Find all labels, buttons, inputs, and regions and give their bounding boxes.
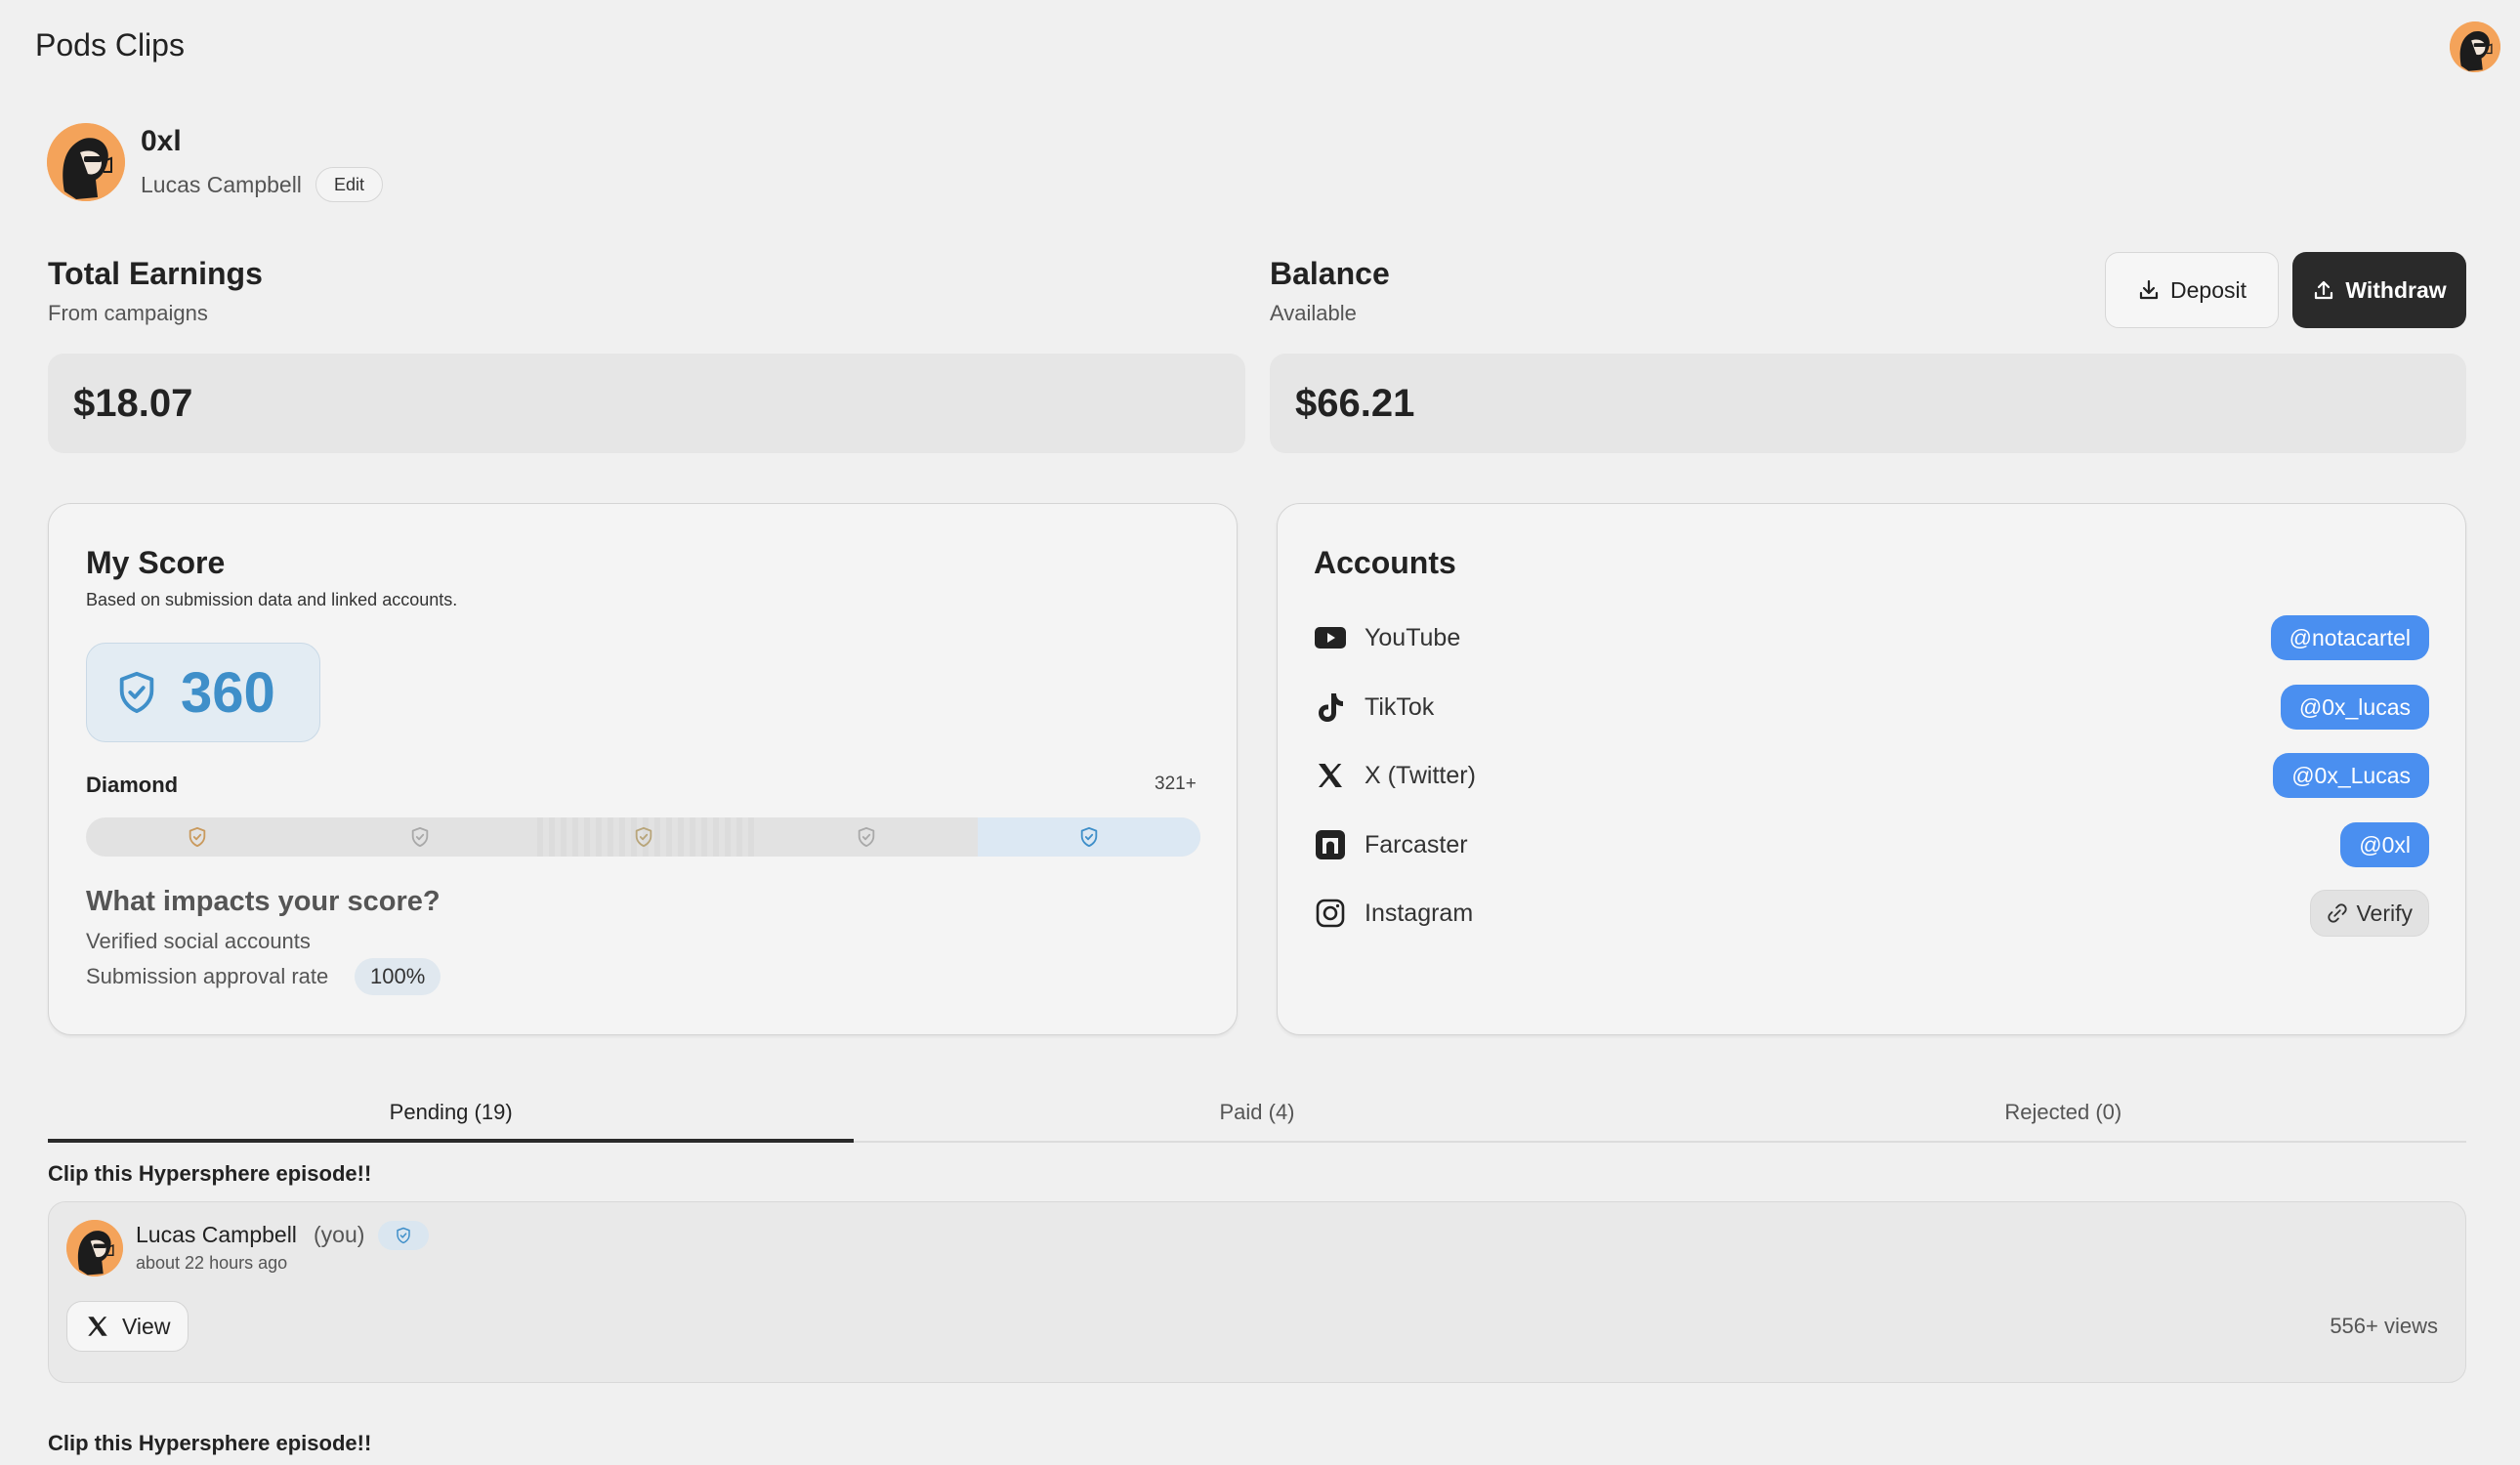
profile-username: 0xl <box>141 125 182 157</box>
view-clip-button[interactable]: View <box>66 1301 189 1352</box>
account-row-farcaster: Farcaster @0xl <box>1314 820 2429 869</box>
clip-campaign-title: Clip this Hypersphere episode!! <box>48 1161 372 1186</box>
shield-icon <box>409 826 431 848</box>
withdraw-label: Withdraw <box>2345 276 2447 303</box>
withdraw-button[interactable]: Withdraw <box>2292 252 2466 328</box>
score-value: 360 <box>181 660 275 725</box>
submission-tabs: Pending (19) Paid (4) Rejected (0) <box>48 1084 2466 1143</box>
shield-icon <box>856 826 877 848</box>
score-tier: Diamond <box>86 773 179 797</box>
instagram-icon <box>1314 897 1347 930</box>
edit-profile-button[interactable]: Edit <box>315 167 384 202</box>
score-subtitle: Based on submission data and linked acco… <box>86 590 458 609</box>
tier-segment-5 <box>977 817 1200 857</box>
account-row-instagram: Instagram Verify <box>1314 889 2429 938</box>
balance-amount: $66.21 <box>1270 354 2466 453</box>
x-icon <box>1314 759 1347 792</box>
tab-pending[interactable]: Pending (19) <box>48 1084 855 1143</box>
verified-badge <box>378 1221 429 1250</box>
clip-campaign-title: Clip this Hypersphere episode!! <box>48 1431 372 1455</box>
shield-check-icon <box>114 670 159 715</box>
verify-instagram-button[interactable]: Verify <box>2310 890 2429 937</box>
tier-threshold: 321+ <box>1155 774 1197 794</box>
balance-subtitle: Available <box>1270 301 1357 325</box>
tier-segment-2 <box>309 817 531 857</box>
clip-timestamp: about 22 hours ago <box>136 1253 288 1273</box>
clip-user-avatar <box>66 1220 123 1277</box>
account-row-x: X (Twitter) @0x_Lucas <box>1314 751 2429 800</box>
download-icon <box>2139 279 2159 300</box>
tier-segment-3 <box>531 817 755 857</box>
clip-user-name: Lucas Campbell <box>136 1222 297 1247</box>
deposit-label: Deposit <box>2170 276 2247 303</box>
score-title: My Score <box>86 545 226 580</box>
clip-you-label: (you) <box>314 1222 365 1247</box>
accounts-title: Accounts <box>1314 545 1456 580</box>
profile-avatar <box>47 123 125 201</box>
account-handle[interactable]: @0x_Lucas <box>2273 753 2429 798</box>
tab-rejected[interactable]: Rejected (0) <box>1660 1084 2466 1141</box>
approval-rate-badge: 100% <box>355 958 441 995</box>
profile-name: Lucas Campbell <box>141 172 302 197</box>
x-icon <box>85 1314 110 1339</box>
tier-progress-bar <box>86 817 1200 857</box>
account-row-youtube: YouTube @notacartel <box>1314 613 2429 662</box>
deposit-button[interactable]: Deposit <box>2105 252 2279 328</box>
tier-segment-1 <box>86 817 309 857</box>
clip-views: 556+ views <box>2330 1314 2438 1338</box>
score-card <box>48 503 1238 1035</box>
view-label: View <box>122 1313 171 1339</box>
earnings-title: Total Earnings <box>48 256 263 291</box>
upload-icon <box>2315 280 2333 300</box>
user-avatar[interactable] <box>2450 21 2500 72</box>
earnings-amount: $18.07 <box>48 354 1245 453</box>
youtube-icon <box>1314 621 1347 654</box>
account-platform: Instagram <box>1365 899 1474 927</box>
account-platform: X (Twitter) <box>1365 761 1476 789</box>
shield-icon <box>187 826 208 848</box>
impact-social-accounts: Verified social accounts <box>86 929 311 953</box>
earnings-subtitle: From campaigns <box>48 301 208 325</box>
farcaster-icon <box>1314 828 1347 861</box>
account-handle[interactable]: @0xl <box>2340 822 2429 867</box>
link-icon <box>2328 903 2348 923</box>
score-badge: 360 <box>86 643 320 742</box>
shield-icon <box>1078 826 1100 848</box>
impacts-title: What impacts your score? <box>86 886 441 917</box>
tab-paid[interactable]: Paid (4) <box>854 1084 1659 1141</box>
account-platform: YouTube <box>1365 623 1461 651</box>
account-handle[interactable]: @0x_lucas <box>2280 685 2429 730</box>
balance-title: Balance <box>1270 256 1390 291</box>
app-title: Pods Clips <box>35 27 185 63</box>
shield-check-icon <box>395 1227 412 1244</box>
account-handle[interactable]: @notacartel <box>2270 615 2429 660</box>
tier-segment-4 <box>755 817 978 857</box>
account-platform: Farcaster <box>1365 830 1468 858</box>
account-row-tiktok: TikTok @0x_lucas <box>1314 683 2429 732</box>
shield-icon <box>633 826 654 848</box>
verify-label: Verify <box>2356 900 2413 926</box>
account-platform: TikTok <box>1365 692 1435 721</box>
impact-approval-rate: Submission approval rate <box>86 964 329 988</box>
tiktok-icon <box>1314 691 1347 724</box>
